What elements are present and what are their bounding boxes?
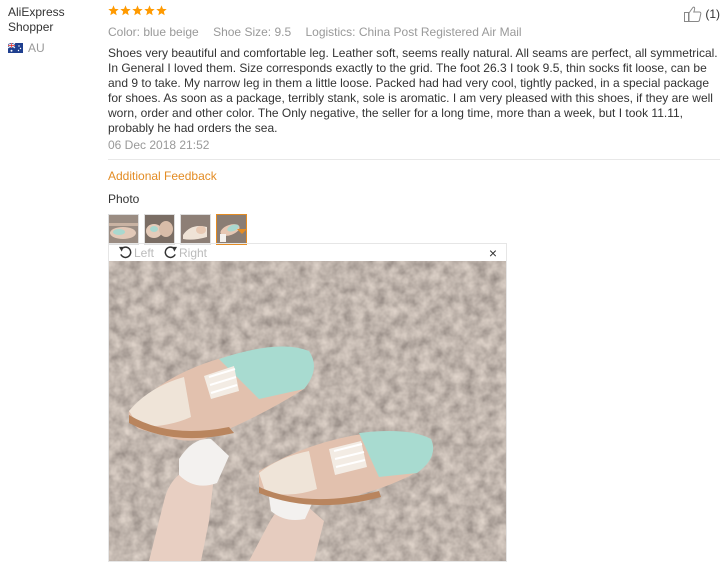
review-text: Shoes very beautiful and comfortable leg… [108, 46, 718, 135]
photo-thumbnail[interactable] [144, 214, 175, 245]
photo-thumbnail-image [109, 215, 138, 244]
photo-thumbnail[interactable] [180, 214, 211, 245]
buyer-info: AliExpress Shopper AU [8, 5, 98, 55]
star-icon [108, 5, 119, 16]
active-thumbnail-caret [237, 229, 247, 234]
photo-viewer: Left Right × [108, 243, 507, 562]
thumbs-up-icon [684, 6, 702, 22]
rotate-left-icon [118, 246, 132, 259]
au-flag-icon [8, 43, 23, 53]
star-rating [108, 5, 720, 19]
buyer-country: AU [8, 41, 98, 55]
photo-label: Photo [108, 192, 140, 206]
photo-thumbnail-image [181, 215, 210, 244]
buyer-name: AliExpress Shopper [8, 5, 65, 34]
close-viewer-button[interactable]: × [489, 246, 497, 260]
additional-feedback-heading: Additional Feedback [108, 169, 217, 183]
rotate-left-button[interactable]: Left [118, 245, 154, 260]
rotate-right-icon [164, 246, 178, 259]
product-attributes: Color: blue beige Shoe Size: 9.5 Logisti… [108, 25, 720, 39]
review-body: (1) Color: blue beige Shoe Size: 9.5 Log… [108, 5, 720, 245]
helpful-count: (1) [705, 7, 720, 21]
photo-thumbnail-image [145, 215, 174, 244]
attribute-color: Color: blue beige [108, 25, 199, 39]
review-photo-image [109, 261, 506, 561]
star-icon [156, 5, 167, 16]
country-code: AU [28, 41, 45, 55]
divider [108, 159, 720, 160]
star-icon [120, 5, 131, 16]
star-icon [144, 5, 155, 16]
rotate-right-button[interactable]: Right [163, 245, 207, 260]
viewer-toolbar: Left Right × [109, 244, 506, 262]
helpful-button[interactable]: (1) [684, 6, 720, 22]
attribute-logistics: Logistics: China Post Registered Air Mai… [305, 25, 522, 39]
review-photo [109, 261, 506, 561]
rotate-left-label: Left [134, 245, 155, 260]
review-date: 06 Dec 2018 21:52 [108, 138, 210, 152]
photo-thumbnail[interactable] [108, 214, 139, 245]
photo-thumbnails [108, 214, 720, 245]
attribute-size: Shoe Size: 9.5 [213, 25, 292, 39]
rotate-right-label: Right [179, 245, 208, 260]
star-icon [132, 5, 143, 16]
